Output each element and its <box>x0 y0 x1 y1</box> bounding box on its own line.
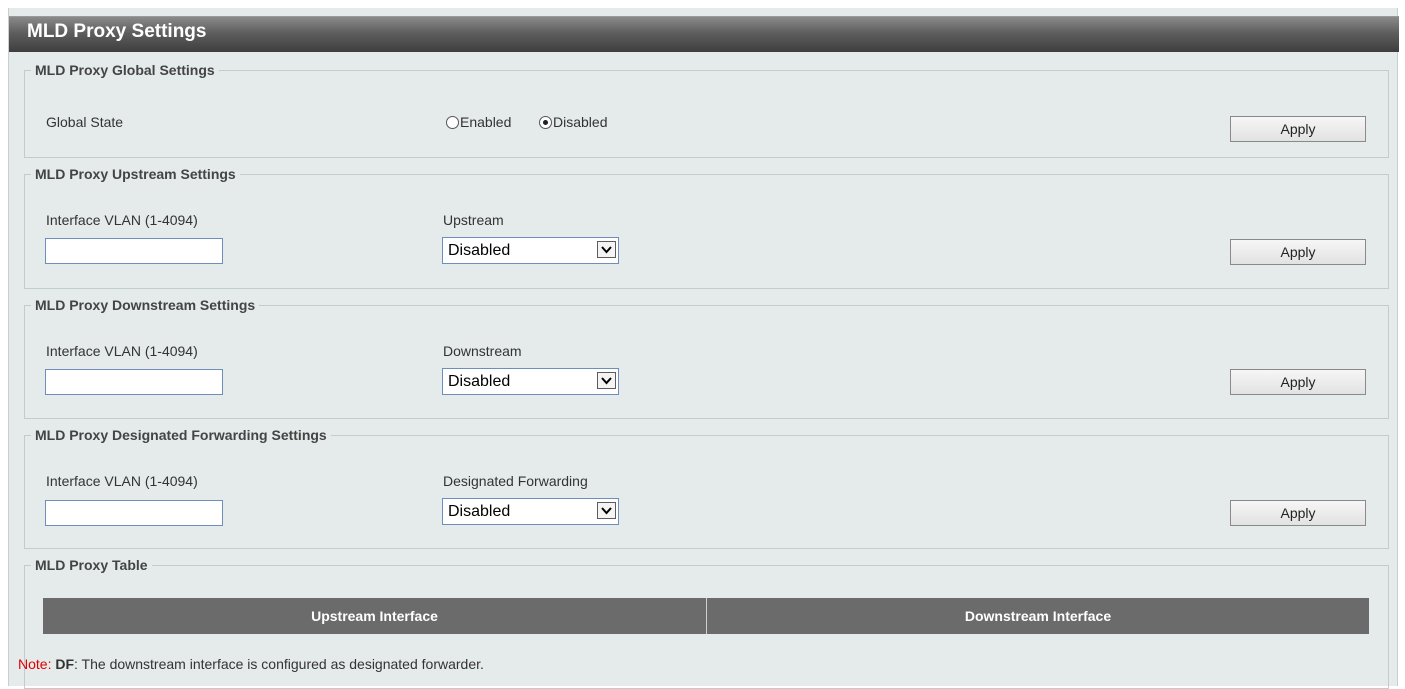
df-settings-legend: MLD Proxy Designated Forwarding Settings <box>35 427 327 443</box>
settings-page: MLD Proxy Settings MLD Proxy Global Sett… <box>8 8 1399 689</box>
global-settings-legend: MLD Proxy Global Settings <box>35 62 215 78</box>
downstream-apply-button[interactable]: Apply <box>1230 369 1366 395</box>
downstream-vlan-input[interactable] <box>45 369 223 395</box>
global-state-disabled-radio[interactable] <box>539 116 552 129</box>
global-apply-button[interactable]: Apply <box>1230 116 1366 142</box>
df-apply-button[interactable]: Apply <box>1230 500 1366 526</box>
chevron-down-icon[interactable] <box>597 372 616 389</box>
global-settings-section: MLD Proxy Global Settings <box>24 62 1389 158</box>
downstream-select-label: Downstream <box>443 343 522 359</box>
upstream-apply-button[interactable]: Apply <box>1230 239 1366 265</box>
proxy-table-header: Upstream Interface Downstream Interface <box>43 598 1369 634</box>
upstream-select-value: Disabled <box>448 242 511 259</box>
upstream-settings-section: MLD Proxy Upstream Settings <box>24 166 1389 289</box>
downstream-settings-legend: MLD Proxy Downstream Settings <box>35 297 256 313</box>
column-header-downstream: Downstream Interface <box>964 608 1112 624</box>
df-select-label: Designated Forwarding <box>443 473 588 489</box>
upstream-vlan-input[interactable] <box>45 238 223 264</box>
downstream-vlan-label: Interface VLAN (1-4094) <box>46 343 198 359</box>
global-state-enabled-label[interactable]: Enabled <box>460 114 511 130</box>
note-text: Note: DF: The downstream interface is co… <box>18 656 484 672</box>
df-select[interactable]: Disabled <box>442 498 619 525</box>
note-tag: Note: <box>18 656 52 672</box>
page-title-bar: MLD Proxy Settings <box>9 16 1399 52</box>
upstream-select[interactable]: Disabled <box>442 237 619 264</box>
downstream-select-value: Disabled <box>448 373 511 390</box>
df-vlan-label: Interface VLAN (1-4094) <box>46 473 198 489</box>
global-state-disabled-label[interactable]: Disabled <box>553 114 607 130</box>
column-header-upstream: Upstream Interface <box>311 608 438 624</box>
page-title: MLD Proxy Settings <box>27 21 207 42</box>
upstream-vlan-label: Interface VLAN (1-4094) <box>46 212 198 228</box>
proxy-table-legend: MLD Proxy Table <box>35 557 148 573</box>
df-vlan-input[interactable] <box>45 500 223 526</box>
chevron-down-icon[interactable] <box>597 502 616 519</box>
upstream-select-label: Upstream <box>443 212 504 228</box>
downstream-select[interactable]: Disabled <box>442 368 619 395</box>
upstream-settings-legend: MLD Proxy Upstream Settings <box>35 166 236 182</box>
global-state-label: Global State <box>46 114 124 130</box>
note-term: DF <box>55 656 75 672</box>
downstream-settings-section: MLD Proxy Downstream Settings <box>24 297 1389 419</box>
radio-selected-dot <box>543 120 548 125</box>
df-select-value: Disabled <box>448 503 511 520</box>
note-description: : The downstream interface is configured… <box>74 656 484 672</box>
chevron-down-icon[interactable] <box>597 241 616 258</box>
df-settings-section: MLD Proxy Designated Forwarding Settings <box>24 427 1389 549</box>
global-state-enabled-radio[interactable] <box>446 116 459 129</box>
